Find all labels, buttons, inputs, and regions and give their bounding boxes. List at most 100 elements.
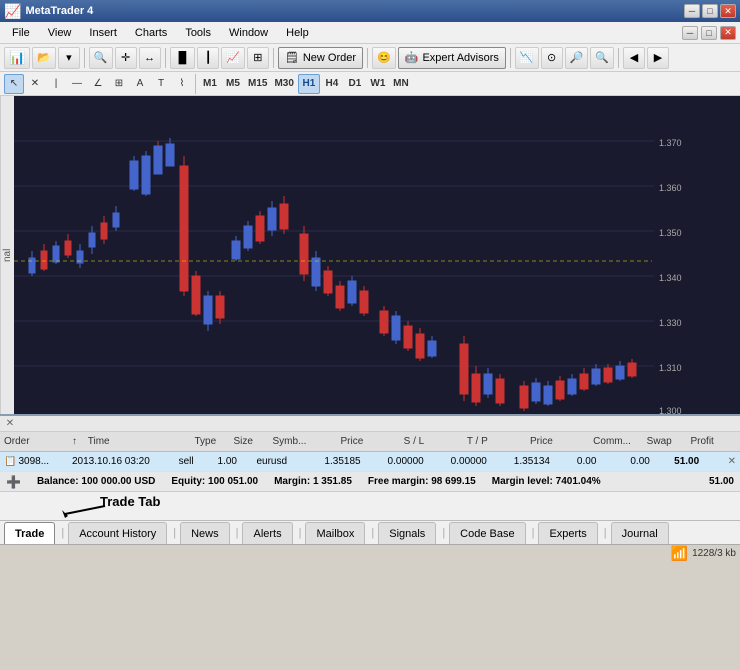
trade-sl: 0.00000 xyxy=(384,456,447,467)
inner-close-button[interactable]: ✕ xyxy=(720,26,736,40)
tab-alerts[interactable]: Alerts xyxy=(242,522,292,544)
menu-insert[interactable]: Insert xyxy=(81,25,125,41)
menu-bar: File View Insert Charts Tools Window Hel… xyxy=(0,22,740,44)
tab-news[interactable]: News xyxy=(180,522,230,544)
tab-journal[interactable]: Journal xyxy=(611,522,669,544)
terminal-close-bar: ✕ xyxy=(0,416,740,432)
col-header-swap: Swap xyxy=(643,436,687,447)
svg-text:1.360: 1.360 xyxy=(659,183,682,193)
col-header-sort[interactable]: ↑ xyxy=(68,436,84,447)
menu-window[interactable]: Window xyxy=(221,25,276,41)
app-icon: 📈 xyxy=(4,3,21,20)
col-header-tp: T / P xyxy=(463,436,526,447)
separator-tabs8: | xyxy=(604,522,607,544)
profit-total: 51.00 xyxy=(709,476,734,487)
tf-d1[interactable]: D1 xyxy=(344,74,366,94)
svg-text:1.350: 1.350 xyxy=(659,228,682,238)
trade-size: 1.00 xyxy=(214,456,253,467)
bar-chart-button[interactable]: ▐▌ xyxy=(170,47,196,69)
tab-experts[interactable]: Experts xyxy=(538,522,597,544)
menu-file[interactable]: File xyxy=(4,25,38,41)
hline-tool-button[interactable]: — xyxy=(67,74,87,94)
forward-button[interactable]: ▶ xyxy=(647,47,669,69)
trade-close-button[interactable]: ✕ xyxy=(724,456,740,467)
textbox-tool-button[interactable]: T xyxy=(151,74,171,94)
tab-annotation-area: Trade Tab xyxy=(0,492,740,520)
status-bar: 📶 1228/3 kb xyxy=(0,544,740,562)
col-header-time: Time xyxy=(84,436,191,447)
scroll-button[interactable]: ↔ xyxy=(139,47,161,69)
crosshair-button[interactable]: ✛ xyxy=(115,47,137,69)
back-button[interactable]: ◀ xyxy=(623,47,645,69)
open-button[interactable]: 📂 xyxy=(32,47,56,69)
inner-minimize-button[interactable]: ─ xyxy=(682,26,698,40)
indicator-button[interactable]: 📉 xyxy=(515,47,539,69)
zoom-out-button[interactable]: 🔎 xyxy=(565,47,589,69)
toolbar1: 📊 📂 ▾ 🔍 ✛ ↔ ▐▌ ┃ 📈 ⊞ 🗒 New Order 😊 🤖 Exp… xyxy=(0,44,740,72)
expert-advisors-button[interactable]: 🤖 Expert Advisors xyxy=(398,47,506,69)
new-chart-button[interactable]: 📊 xyxy=(4,47,30,69)
grid-tool-button[interactable]: ⊞ xyxy=(109,74,129,94)
fibonacci-tool-button[interactable]: ⌇ xyxy=(172,74,192,94)
trade-tp: 0.00000 xyxy=(447,456,510,467)
signal-icon: 📶 xyxy=(671,545,688,562)
menu-tools[interactable]: Tools xyxy=(177,25,219,41)
close-button[interactable]: ✕ xyxy=(720,4,736,18)
balance-text: Balance: 100 000.00 USD xyxy=(37,476,155,487)
tf-m15[interactable]: M15 xyxy=(245,74,270,94)
template-button[interactable]: ⊙ xyxy=(541,47,563,69)
tab-signals[interactable]: Signals xyxy=(378,522,436,544)
trade-symbol: eurusd xyxy=(252,456,320,467)
tf-m1[interactable]: M1 xyxy=(199,74,221,94)
separator-tabs7: | xyxy=(532,522,535,544)
arrow-tool-button[interactable]: ↖ xyxy=(4,74,24,94)
vline-tool-button[interactable]: | xyxy=(46,74,66,94)
toolbar2: ↖ ✕ | — ∠ ⊞ A T ⌇ M1 M5 M15 M30 H1 H4 D1… xyxy=(0,72,740,96)
chart-svg: 1.370 1.360 1.350 1.340 1.330 1.310 1.30… xyxy=(14,96,704,414)
tab-code-base[interactable]: Code Base xyxy=(449,522,525,544)
svg-text:1.300: 1.300 xyxy=(659,406,682,414)
maximize-button[interactable]: □ xyxy=(702,4,718,18)
terminal-close-button[interactable]: ✕ xyxy=(4,418,16,430)
line-chart-button[interactable]: 📈 xyxy=(221,47,245,69)
main-area: nal xyxy=(0,96,740,414)
trendline-tool-button[interactable]: ∠ xyxy=(88,74,108,94)
expert-icon: 🤖 xyxy=(405,51,419,64)
chart-area[interactable]: 1.370 1.360 1.350 1.340 1.330 1.310 1.30… xyxy=(14,96,740,414)
candle-button[interactable]: ┃ xyxy=(197,47,219,69)
tf-w1[interactable]: W1 xyxy=(367,74,389,94)
text-tool-button[interactable]: A xyxy=(130,74,150,94)
title-bar-controls: ─ □ ✕ xyxy=(684,4,736,18)
tf-h1[interactable]: H1 xyxy=(298,74,320,94)
separator-tabs: | xyxy=(61,522,64,544)
col-header-price: Price xyxy=(336,436,399,447)
open-dropdown-button[interactable]: ▾ xyxy=(58,47,80,69)
title-bar-left: 📈 MetaTrader 4 xyxy=(4,3,93,20)
trade-row[interactable]: 📋 3098... 2013.10.16 03:20 sell 1.00 eur… xyxy=(0,452,740,472)
tab-mailbox[interactable]: Mailbox xyxy=(305,522,365,544)
tab-trade[interactable]: Trade xyxy=(4,522,55,544)
inner-restore-button[interactable]: □ xyxy=(701,26,717,40)
tf-m30[interactable]: M30 xyxy=(271,74,296,94)
menu-charts[interactable]: Charts xyxy=(127,25,175,41)
margin-text: Margin: 1 351.85 xyxy=(274,476,352,487)
period-sep-button[interactable]: ⊞ xyxy=(247,47,269,69)
separator2 xyxy=(165,48,166,68)
trade-type: sell xyxy=(175,456,214,467)
menu-view[interactable]: View xyxy=(40,25,80,41)
title-bar: 📈 MetaTrader 4 ─ □ ✕ xyxy=(0,0,740,22)
new-order-button[interactable]: 🗒 New Order xyxy=(278,47,363,69)
minimize-button[interactable]: ─ xyxy=(684,4,700,18)
expert-label: Expert Advisors xyxy=(422,52,498,64)
tab-account-history[interactable]: Account History xyxy=(68,522,167,544)
menu-help[interactable]: Help xyxy=(278,25,317,41)
cross-tool-button[interactable]: ✕ xyxy=(25,74,45,94)
tf-mn[interactable]: MN xyxy=(390,74,412,94)
smiley-icon: 😊 xyxy=(372,47,396,69)
margin-level-text: Margin level: 7401.04% xyxy=(492,476,601,487)
status-memory: 1228/3 kb xyxy=(692,548,736,559)
tf-m5[interactable]: M5 xyxy=(222,74,244,94)
zoom-in-button[interactable]: 🔍 xyxy=(89,47,113,69)
tf-h4[interactable]: H4 xyxy=(321,74,343,94)
zoom-in2-button[interactable]: 🔍 xyxy=(590,47,614,69)
